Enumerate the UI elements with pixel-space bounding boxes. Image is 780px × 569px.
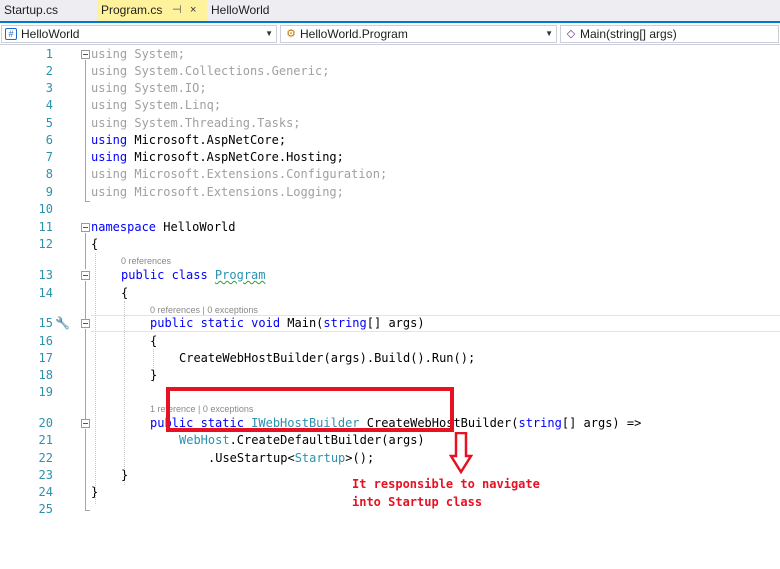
type-dropdown[interactable]: ⚙ HelloWorld.Program ▼ xyxy=(280,25,557,43)
outline-line xyxy=(85,60,86,202)
line-number: 19 xyxy=(38,385,53,399)
line-number: 15 xyxy=(38,316,53,330)
code-line-5: using System.Threading.Tasks; xyxy=(91,116,301,130)
line-number: 1 xyxy=(45,47,53,61)
collapse-icon[interactable] xyxy=(81,319,90,328)
wrench-icon[interactable]: 🔧 xyxy=(55,316,70,330)
code-line-15: public static void Main(string[] args) xyxy=(150,316,425,330)
line-number: 2 xyxy=(45,64,53,78)
code-line-12: { xyxy=(91,237,99,251)
code-line-17: CreateWebHostBuilder(args).Build().Run()… xyxy=(179,351,476,365)
line-number: 23 xyxy=(38,468,53,482)
line-number: 5 xyxy=(45,116,53,130)
code-line-9: using Microsoft.Extensions.Logging; xyxy=(91,185,344,199)
code-line-22: .UseStartup<Startup>(); xyxy=(208,451,375,465)
line-number: 12 xyxy=(38,237,53,251)
code-line-13: public class Program xyxy=(121,268,266,282)
method-icon: ◇ xyxy=(566,28,576,40)
tab-label: Program.cs xyxy=(101,3,163,17)
line-number: 8 xyxy=(45,167,53,181)
line-number: 6 xyxy=(45,133,53,147)
tab-program-cs[interactable]: Program.cs ⊣ × xyxy=(97,0,207,21)
collapse-icon[interactable] xyxy=(81,271,90,280)
annotation-text: It responsible to navigate into Startup c… xyxy=(352,475,540,511)
indent-guide xyxy=(95,253,96,504)
line-number: 10 xyxy=(38,202,53,216)
line-number: 16 xyxy=(38,334,53,348)
line-number: 20 xyxy=(38,416,53,430)
collapse-icon[interactable] xyxy=(81,419,90,428)
line-number: 18 xyxy=(38,368,53,382)
line-number: 17 xyxy=(38,351,53,365)
outline-line xyxy=(85,201,90,202)
tab-label: HelloWorld xyxy=(211,3,270,17)
code-line-18: } xyxy=(150,368,158,382)
code-line-24: } xyxy=(91,485,99,499)
codelens-program[interactable]: 0 references xyxy=(121,255,171,267)
member-dropdown-value: Main(string[] args) xyxy=(580,27,677,41)
code-line-21: WebHost.CreateDefaultBuilder(args) xyxy=(179,433,425,447)
outline-line xyxy=(85,233,86,269)
class-icon: ⚙ xyxy=(286,28,296,40)
collapse-icon[interactable] xyxy=(81,223,90,232)
line-number: 24 xyxy=(38,485,53,499)
line-number: 11 xyxy=(38,220,53,234)
code-line-23: } xyxy=(121,468,129,482)
code-line-7: using Microsoft.AspNetCore.Hosting; xyxy=(91,150,344,164)
project-dropdown[interactable]: # HelloWorld ▼ xyxy=(1,25,277,43)
highlight-box xyxy=(166,387,454,432)
close-icon[interactable]: × xyxy=(190,0,196,21)
outline-line xyxy=(85,281,86,319)
down-arrow-icon xyxy=(449,432,473,474)
collapse-icon[interactable] xyxy=(81,50,90,59)
code-line-3: using System.IO; xyxy=(91,81,207,95)
code-line-11: namespace HelloWorld xyxy=(91,220,236,234)
line-number: 22 xyxy=(38,451,53,465)
document-tab-strip: Startup.cs Program.cs ⊣ × HelloWorld xyxy=(0,0,780,23)
annotation-line-2: into Startup class xyxy=(352,495,483,509)
outline-line xyxy=(85,429,86,511)
tab-label: Startup.cs xyxy=(4,3,59,17)
indent-guide xyxy=(124,301,125,485)
chevron-down-icon[interactable]: ▼ xyxy=(545,26,553,42)
annotation-line-1: It responsible to navigate xyxy=(352,477,540,491)
code-line-1: using System; xyxy=(91,47,185,61)
member-dropdown[interactable]: ◇ Main(string[] args) xyxy=(560,25,779,43)
line-number: 9 xyxy=(45,185,53,199)
tab-helloworld[interactable]: HelloWorld xyxy=(207,0,287,21)
line-number: 21 xyxy=(38,433,53,447)
line-number: 4 xyxy=(45,98,53,112)
csharp-project-icon: # xyxy=(5,28,17,40)
line-number: 25 xyxy=(38,502,53,516)
navigation-bar: # HelloWorld ▼ ⚙ HelloWorld.Program ▼ ◇ … xyxy=(0,23,780,45)
tab-startup-cs[interactable]: Startup.cs xyxy=(0,0,97,21)
type-dropdown-value: HelloWorld.Program xyxy=(300,27,408,41)
code-line-2: using System.Collections.Generic; xyxy=(91,64,330,78)
outline-line xyxy=(85,510,90,511)
code-line-16: { xyxy=(150,334,158,348)
line-number: 7 xyxy=(45,150,53,164)
pin-icon[interactable]: ⊣ xyxy=(172,0,182,21)
code-line-14: { xyxy=(121,286,129,300)
line-number: 13 xyxy=(38,268,53,282)
line-number: 3 xyxy=(45,81,53,95)
code-line-4: using System.Linq; xyxy=(91,98,222,112)
project-dropdown-value: HelloWorld xyxy=(21,27,80,41)
chevron-down-icon[interactable]: ▼ xyxy=(265,26,273,42)
line-number: 14 xyxy=(38,286,53,300)
code-line-8: using Microsoft.Extensions.Configuration… xyxy=(91,167,388,181)
code-line-6: using Microsoft.AspNetCore; xyxy=(91,133,287,147)
outline-line xyxy=(85,329,86,419)
